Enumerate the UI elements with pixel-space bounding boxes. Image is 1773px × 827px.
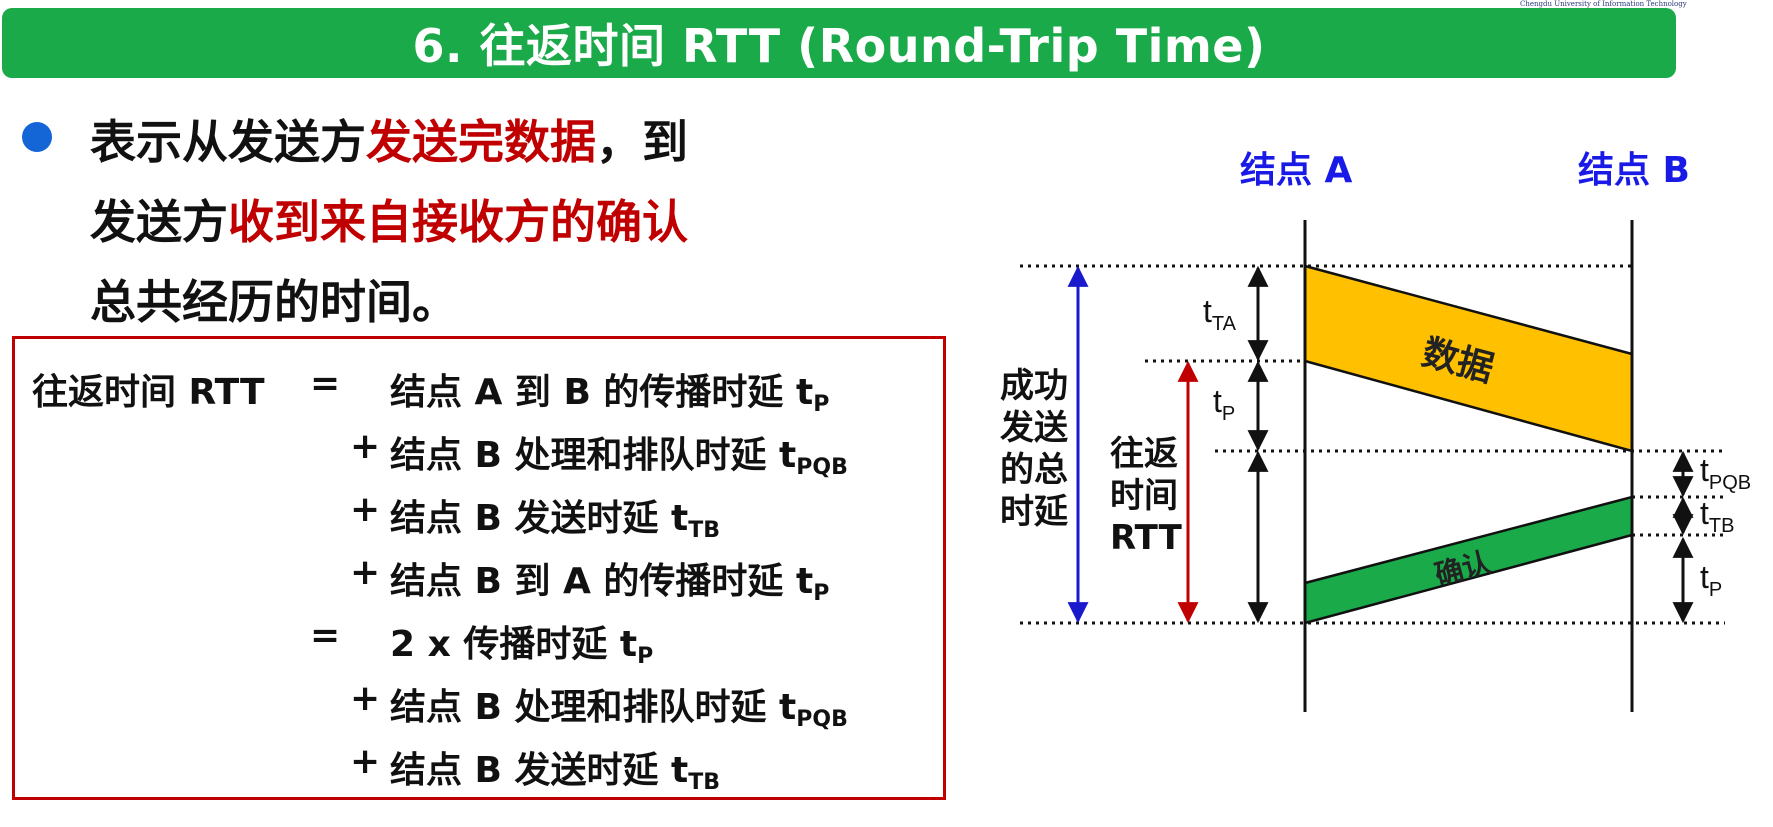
t-ta-label: tTA (1203, 293, 1237, 335)
t-p-label: tP (1213, 383, 1235, 425)
total-delay-text: 的总 (1000, 450, 1068, 490)
t-tb-label: tTB (1700, 495, 1734, 537)
rtt-text: 往返 (1110, 434, 1178, 474)
rtt-text: RTT (1110, 518, 1183, 558)
rtt-text: 时间 (1110, 476, 1178, 516)
t-letter: t (1203, 293, 1212, 329)
t-pqb-label: tPQB (1700, 452, 1751, 494)
total-delay-text: 成功 (1000, 366, 1068, 406)
node-a-label: 结点 A (1240, 150, 1353, 191)
t-letter: t (1700, 495, 1709, 531)
t-subscript: TA (1212, 313, 1237, 335)
rtt-timing-diagram: 结点 A 结点 B 数据 确认 成功 发送 的总 时延 往返 时间 RTT tT… (1000, 150, 1751, 712)
t-p-return-label: tP (1700, 559, 1722, 601)
t-letter: t (1700, 452, 1709, 488)
total-delay-text: 时延 (1000, 492, 1069, 532)
t-subscript: P (1222, 403, 1235, 425)
total-delay-text: 发送 (1000, 408, 1068, 448)
t-subscript: TB (1709, 515, 1735, 537)
t-subscript: P (1709, 579, 1722, 601)
rtt-label: 往返 时间 RTT (1110, 434, 1183, 558)
total-delay-label: 成功 发送 的总 时延 (1000, 366, 1069, 532)
node-b-label: 结点 B (1578, 150, 1690, 191)
t-letter: t (1700, 559, 1709, 595)
t-letter: t (1213, 383, 1222, 419)
t-subscript: PQB (1709, 472, 1751, 494)
